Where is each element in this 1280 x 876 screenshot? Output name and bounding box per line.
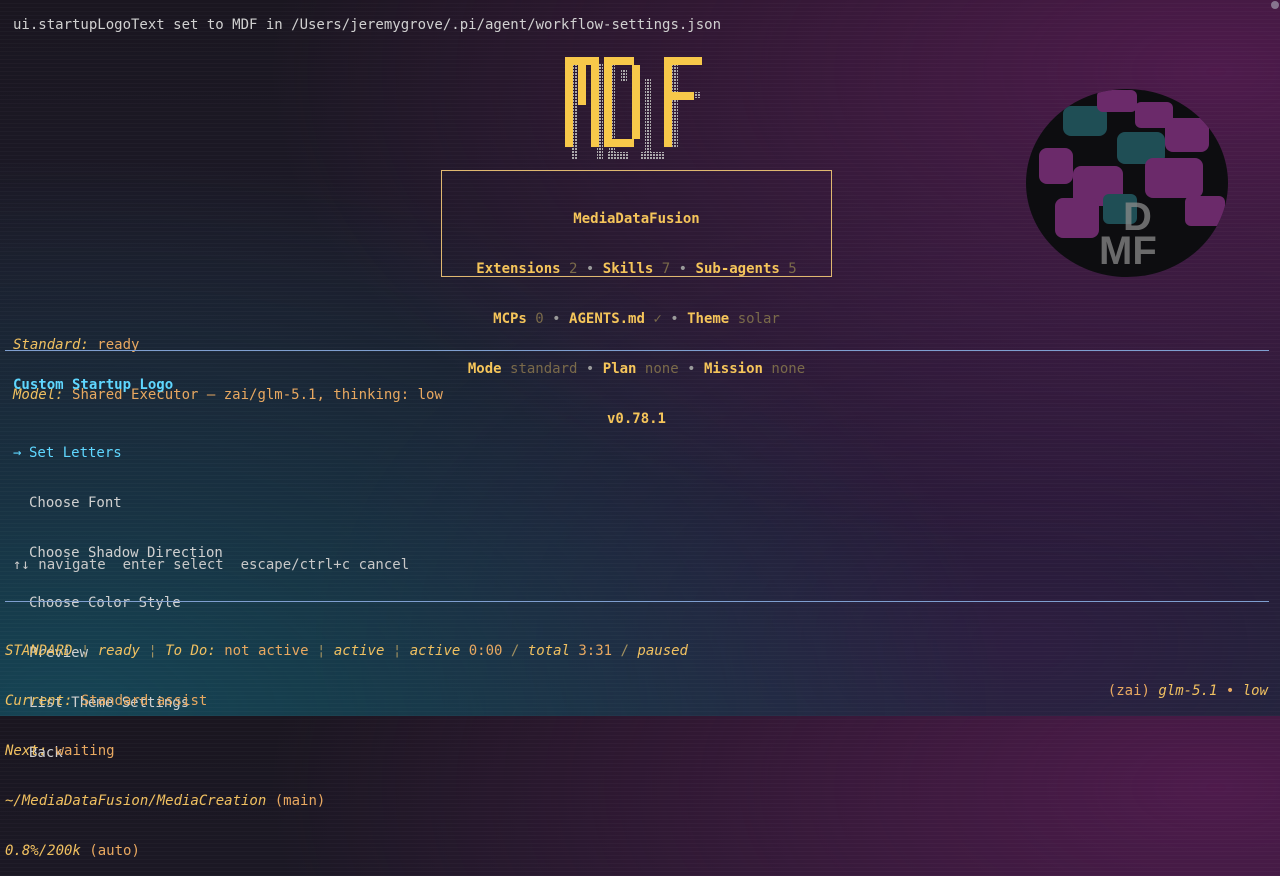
mission-value: none — [771, 361, 806, 377]
separator: • — [585, 361, 595, 377]
info-box: MediaDataFusion Extensions 2 • Skills 7 … — [441, 170, 832, 427]
current-label: Current: — [5, 693, 73, 709]
extensions-value: 2 — [569, 261, 578, 277]
selection-arrow-icon: → — [13, 445, 22, 461]
separator: • — [678, 261, 688, 277]
working-directory: ~/MediaDataFusion/MediaCreation — [5, 793, 267, 809]
mdf-pixel-logo — [565, 57, 702, 160]
mcps-value: 0 — [535, 311, 544, 327]
ready-indicator: ready — [97, 643, 140, 659]
menu-item-choose-font[interactable]: Choose Font — [13, 494, 223, 512]
agents-value: ✓ — [653, 311, 662, 327]
mdf-sphere-logo: D MF — [1026, 89, 1228, 277]
git-branch: (main) — [274, 793, 326, 809]
theme-label: Theme — [687, 311, 730, 327]
model-info: (zai) glm-5.1 • low — [1107, 683, 1268, 699]
svg-text:MF: MF — [1099, 229, 1157, 273]
subagents-value: 5 — [788, 261, 797, 277]
paused-indicator: paused — [637, 643, 688, 659]
active-time-label: active — [409, 643, 461, 659]
mission-label: Mission — [703, 361, 763, 377]
active-indicator: active — [333, 643, 385, 659]
next-value: waiting — [55, 743, 115, 759]
agents-label: AGENTS.md — [569, 311, 645, 327]
next-label: Next: — [5, 743, 48, 759]
plan-value: none — [644, 361, 679, 377]
model-name: glm-5.1 — [1158, 683, 1218, 699]
plan-label: Plan — [602, 361, 637, 377]
context-usage: 0.8%/200k — [5, 843, 81, 859]
separator: • — [687, 361, 696, 377]
footer-status: STANDARD ¦ ready ¦ To Do: not active ¦ a… — [5, 643, 688, 859]
mode-indicator: STANDARD — [5, 643, 73, 659]
divider — [5, 601, 1269, 602]
theme-value: solar — [737, 311, 780, 327]
menu-item-label: Set Letters — [29, 445, 122, 461]
separator: • — [552, 311, 561, 327]
subagents-label: Sub-agents — [695, 261, 780, 277]
menu-title: Custom Startup Logo — [13, 377, 174, 393]
menu-item-label: Choose Color Style — [29, 595, 181, 611]
mode-label: Mode — [467, 361, 502, 377]
project-name: MediaDataFusion — [573, 211, 700, 227]
todo-label: To Do: — [165, 643, 216, 659]
divider — [5, 350, 1269, 351]
extensions-label: Extensions — [476, 261, 561, 277]
version-label: v0.78.1 — [606, 411, 666, 427]
skills-label: Skills — [602, 261, 654, 277]
total-label: total — [527, 643, 570, 659]
thinking-level: low — [1242, 683, 1268, 699]
skills-value: 7 — [661, 261, 671, 277]
corner-indicator-icon — [1271, 1, 1279, 9]
separator: • — [585, 261, 595, 277]
menu-item-set-letters[interactable]: → Set Letters — [13, 444, 223, 462]
active-time: 0:00 — [468, 643, 503, 659]
help-line: ↑↓ navigate enter select escape/ctrl+c c… — [13, 557, 410, 573]
todo-value: not active — [224, 643, 309, 659]
mode-value: standard — [510, 361, 578, 377]
current-value: Standard assist — [80, 693, 208, 709]
provider: (zai) — [1107, 683, 1150, 699]
mcps-label: MCPs — [493, 311, 527, 327]
menu-item-label: Choose Font — [29, 495, 122, 511]
separator: • — [670, 311, 679, 327]
context-mode: (auto) — [89, 843, 140, 859]
status-block: Standard: ready Model: Shared Executor –… — [13, 304, 443, 420]
total-time: 3:31 — [578, 643, 613, 659]
command-output: ui.startupLogoText set to MDF in /Users/… — [13, 17, 722, 33]
